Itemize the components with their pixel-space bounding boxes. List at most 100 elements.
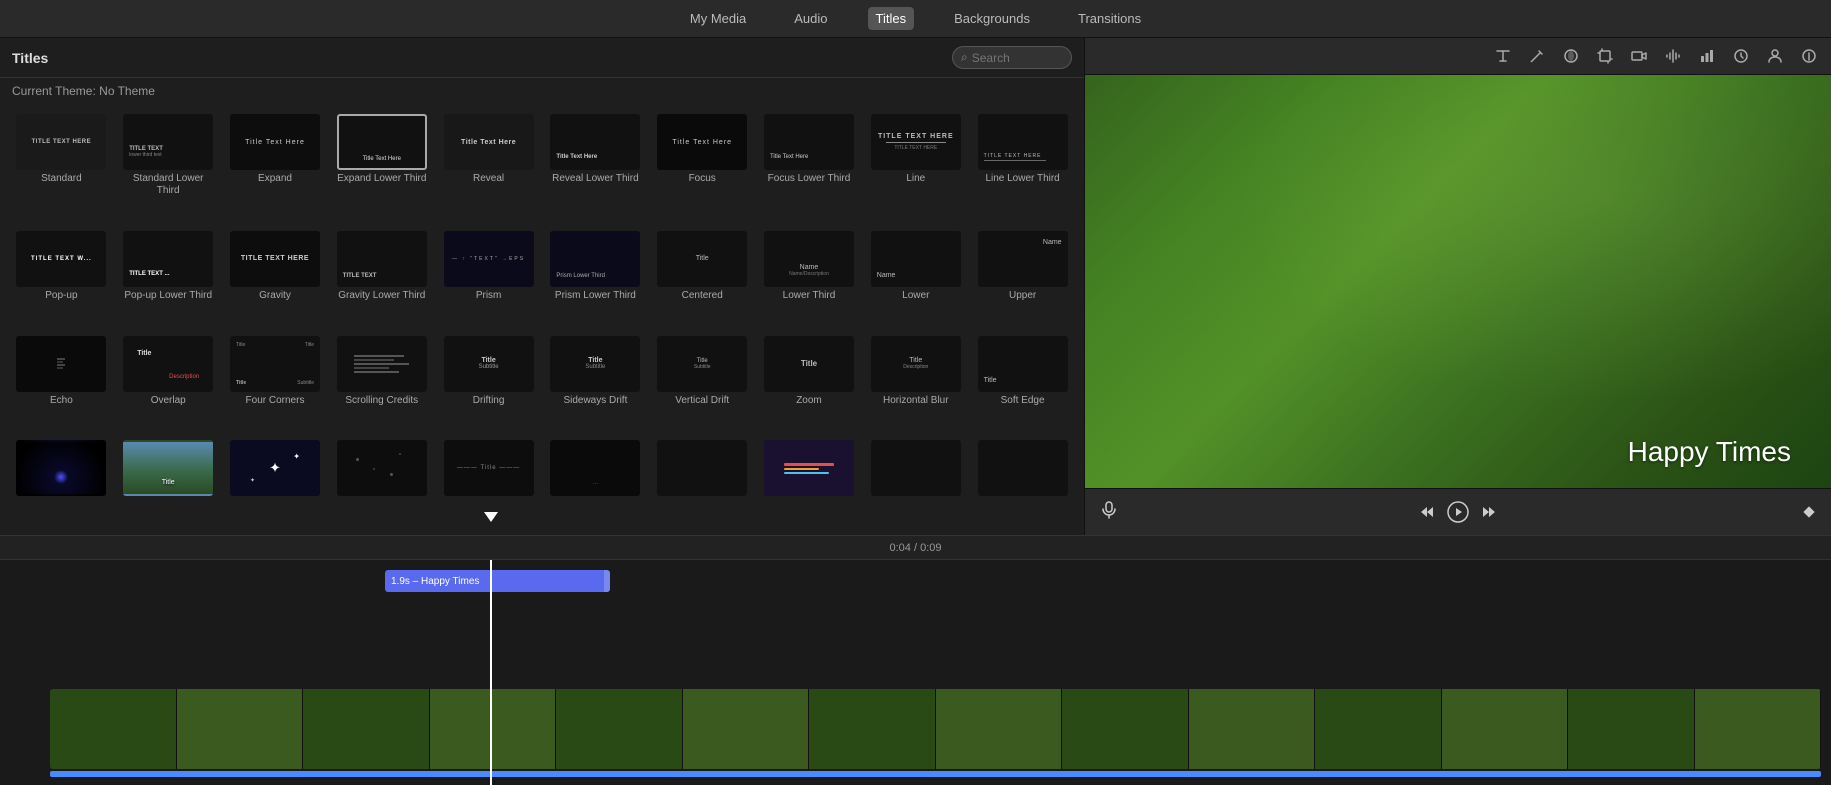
title-item-centered[interactable]: Title Centered — [651, 229, 754, 330]
theme-label: Current Theme: No Theme — [0, 78, 1084, 104]
title-label: Upper — [1009, 290, 1036, 302]
title-item-black-particles[interactable] — [330, 438, 433, 527]
video-frame — [1189, 689, 1316, 769]
title-label: Scrolling Credits — [345, 395, 418, 407]
main-area: Titles ⌕ Current Theme: No Theme TITLE T… — [0, 38, 1831, 535]
search-box[interactable]: ⌕ — [952, 46, 1072, 69]
speed-tool-icon[interactable] — [1727, 42, 1755, 70]
info-tool-icon[interactable] — [1795, 42, 1823, 70]
user-tool-icon[interactable] — [1761, 42, 1789, 70]
panel-title: Titles — [12, 50, 48, 66]
title-item-horiz-blur[interactable]: Title Description Horizontal Blur — [864, 334, 967, 435]
playback-controls — [1085, 488, 1831, 535]
nav-backgrounds[interactable]: Backgrounds — [946, 7, 1038, 30]
title-item-gravity[interactable]: TITLE TEXT HERE Gravity — [224, 229, 327, 330]
title-item-standard[interactable]: TITLE TEXT HERE Standard — [10, 112, 113, 225]
video-frame — [1442, 689, 1569, 769]
search-input[interactable] — [972, 51, 1052, 65]
chart-tool-icon[interactable] — [1693, 42, 1721, 70]
title-item-expand-lower[interactable]: Title Text Here Expand Lower Third — [330, 112, 433, 225]
title-item-extra2[interactable] — [971, 438, 1074, 527]
video-frame — [177, 689, 304, 769]
title-item-sparkle-white[interactable]: ✦ ✦ ✦ — [224, 438, 327, 527]
title-item-prism[interactable]: — ↑ "TEXT" →EPS Prism — [437, 229, 540, 330]
title-clip-label: 1.9s – Happy Times — [391, 576, 479, 587]
video-strip[interactable] — [50, 689, 1821, 769]
playhead — [490, 560, 492, 785]
title-item-upper[interactable]: Name Upper — [971, 229, 1074, 330]
title-item-extra1[interactable] — [864, 438, 967, 527]
title-item-soft-edge[interactable]: Title Soft Edge — [971, 334, 1074, 435]
title-label: Line Lower Third — [985, 173, 1059, 185]
title-item-dark-lower[interactable]: ... — [544, 438, 647, 527]
title-item-drifting[interactable]: Title Subtitle Drifting — [437, 334, 540, 435]
title-item-four-corners[interactable]: Title Title Title Subtitle Four Corners — [224, 334, 327, 435]
forward-button[interactable] — [1473, 497, 1503, 527]
title-item-expand[interactable]: Title Text Here Expand — [224, 112, 327, 225]
video-tool-icon[interactable] — [1625, 42, 1653, 70]
video-frame — [1568, 689, 1695, 769]
audio-tool-icon[interactable] — [1659, 42, 1687, 70]
timeline-header: 0:04 / 0:09 — [0, 536, 1831, 560]
nav-titles[interactable]: Titles — [868, 7, 915, 30]
title-item-overlap[interactable]: Title Description Overlap — [117, 334, 220, 435]
title-item-scrolling[interactable]: Scrolling Credits — [330, 334, 433, 435]
video-frame — [556, 689, 683, 769]
crop-tool-icon[interactable] — [1591, 42, 1619, 70]
nav-my-media[interactable]: My Media — [682, 7, 754, 30]
edit-tool-icon[interactable] — [1523, 42, 1551, 70]
title-item-prism-lower[interactable]: Prism Lower Third Prism Lower Third — [544, 229, 647, 330]
title-label: Four Corners — [246, 395, 305, 407]
title-label: Drifting — [473, 395, 505, 407]
title-item-reveal[interactable]: Title Text Here Reveal — [437, 112, 540, 225]
title-item-vertical-drift[interactable]: Title Subtitle Vertical Drift — [651, 334, 754, 435]
title-item-focus-lower[interactable]: Title Text Here Focus Lower Third — [758, 112, 861, 225]
title-label: Prism Lower Third — [555, 290, 636, 302]
title-label: Sideways Drift — [563, 395, 627, 407]
title-clip[interactable]: 1.9s – Happy Times — [385, 570, 610, 592]
title-label: Overlap — [151, 395, 186, 407]
title-item-more1[interactable] — [651, 438, 754, 527]
nav-transitions[interactable]: Transitions — [1070, 7, 1149, 30]
title-label: Gravity Lower Third — [338, 290, 425, 302]
controls-row — [1093, 497, 1823, 527]
play-button[interactable] — [1443, 497, 1473, 527]
nav-audio[interactable]: Audio — [786, 7, 835, 30]
preview-panel: Happy Times — [1085, 38, 1831, 535]
title-item-standard-lower[interactable]: TITLE TEXT lower third text Standard Low… — [117, 112, 220, 225]
title-item-focus[interactable]: Title Text Here Focus — [651, 112, 754, 225]
volume-diamond-icon — [1803, 506, 1814, 517]
title-item-line[interactable]: TITLE TEXT HERE TITLE TEXT HERE Line — [864, 112, 967, 225]
rewind-button[interactable] — [1413, 497, 1443, 527]
text-tool-icon[interactable] — [1489, 42, 1517, 70]
title-item-popup-lower[interactable]: TITLE TEXT ... Pop-up Lower Third — [117, 229, 220, 330]
toolbar-icons — [1085, 38, 1831, 75]
title-item-line-lower[interactable]: TITLE TEXT HERE Line Lower Third — [971, 112, 1074, 225]
title-item-colorful[interactable] — [758, 438, 861, 527]
search-icon: ⌕ — [961, 50, 968, 65]
video-preview: Happy Times — [1085, 75, 1831, 488]
video-frame — [50, 689, 177, 769]
titles-browser-panel: Titles ⌕ Current Theme: No Theme TITLE T… — [0, 38, 1085, 535]
title-label: Prism — [476, 290, 502, 302]
title-clip-handle[interactable] — [604, 570, 610, 592]
title-item-echo[interactable]: Echo — [10, 334, 113, 435]
title-label: Standard Lower Third — [123, 173, 213, 197]
title-item-lower[interactable]: Name Lower — [864, 229, 967, 330]
title-item-lower-third[interactable]: Name Name/Description Lower Third — [758, 229, 861, 330]
mic-button[interactable] — [1101, 501, 1117, 524]
title-item-popup[interactable]: TITLE TEXT W... Pop-up — [10, 229, 113, 330]
color-tool-icon[interactable] — [1557, 42, 1585, 70]
title-label: Echo — [50, 395, 73, 407]
title-item-reveal-lower[interactable]: Title Text Here Reveal Lower Third — [544, 112, 647, 225]
title-item-sideways[interactable]: Title Subtitle Sideways Drift — [544, 334, 647, 435]
title-item-mountain[interactable]: Title — [117, 438, 220, 527]
title-label: Centered — [682, 290, 723, 302]
title-label: Zoom — [796, 395, 822, 407]
title-label: Pop-up Lower Third — [124, 290, 212, 302]
title-item-zoom[interactable]: Title Zoom — [758, 334, 861, 435]
timeline-content[interactable]: 1.9s – Happy Times — [0, 560, 1831, 785]
preview-title-text: Happy Times — [1628, 436, 1791, 468]
title-item-gravity-lower[interactable]: TITLE TEXT Gravity Lower Third — [330, 229, 433, 330]
title-item-star-glow[interactable] — [10, 438, 113, 527]
